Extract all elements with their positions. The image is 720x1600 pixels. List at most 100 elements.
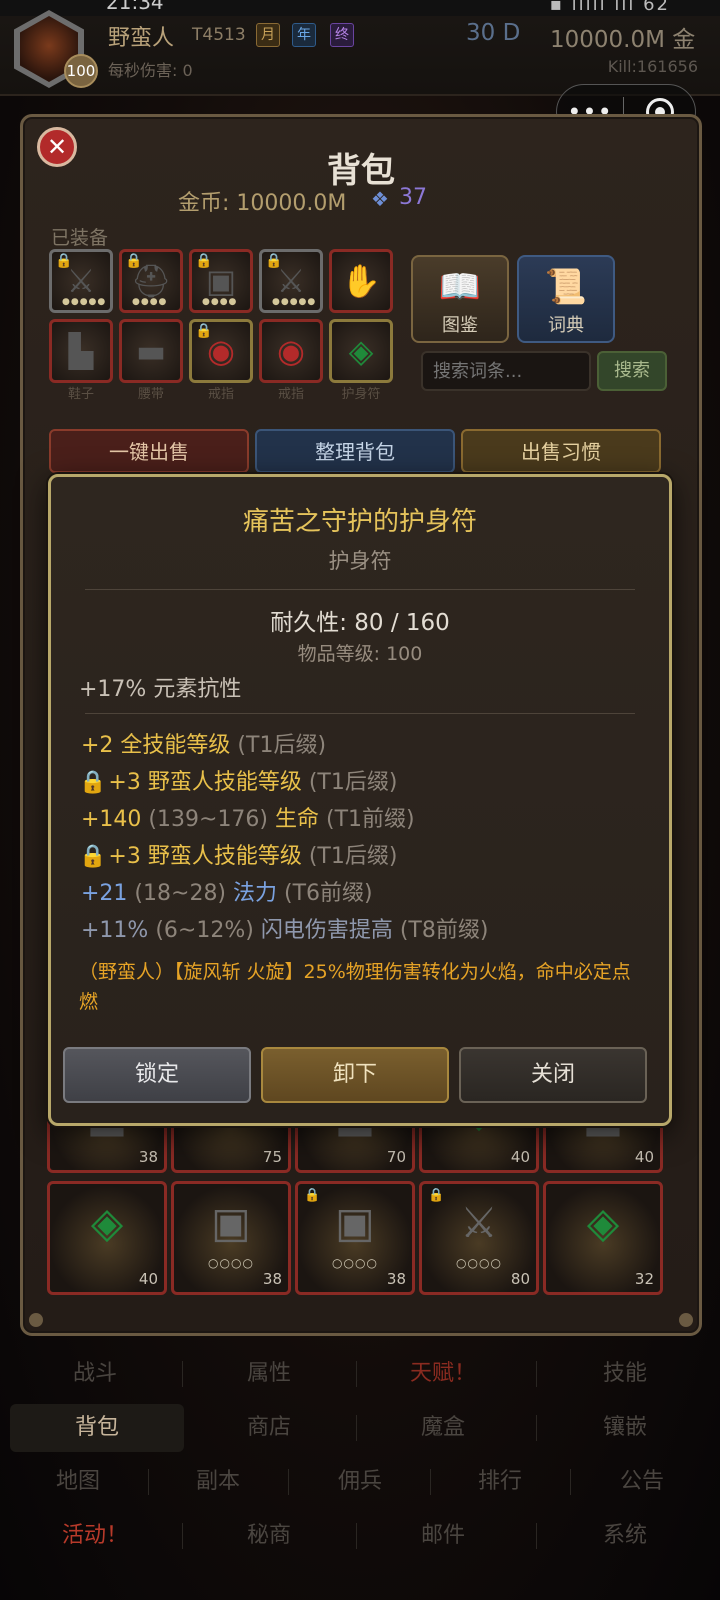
inventory-slot[interactable]: 🔒 ⚔ ○○○○ 80 [419, 1181, 539, 1295]
nav-mercenary[interactable]: 佣兵 [290, 1458, 430, 1506]
affix-line: +21 (18~28) 法力 (T6前缀) [81, 881, 373, 906]
amulet-icon: ◈ [586, 1198, 620, 1247]
affix-line: +2 全技能等级 (T1后缀) [81, 733, 327, 758]
gem-icon: ❖ [371, 187, 389, 211]
nav-ranking[interactable]: 排行 [430, 1458, 570, 1506]
nav-dungeon[interactable]: 副本 [148, 1458, 288, 1506]
equip-label-amulet: 护身符 [341, 387, 381, 402]
nav-secret-shop[interactable]: 秘商 [184, 1512, 354, 1560]
affix-line: 🔒+3 野蛮人技能等级 (T1后缀) [79, 844, 398, 869]
affix-line: 🔒+3 野蛮人技能等级 (T1后缀) [79, 770, 398, 795]
belt-icon: ▬ [135, 332, 167, 370]
gem-count: 37 [399, 185, 427, 210]
search-input[interactable] [421, 351, 591, 391]
lock-icon: 🔒 [79, 770, 107, 795]
nav-talents[interactable]: 天赋！ [358, 1350, 528, 1398]
nav-events[interactable]: 活动！ [10, 1512, 180, 1560]
nav-socket[interactable]: 镶嵌 [540, 1404, 710, 1452]
item-level: 40 [634, 1148, 654, 1166]
sell-habit-button[interactable]: 出售习惯 [461, 429, 661, 473]
equip-slot-boots[interactable]: ▙ [49, 319, 113, 383]
nav-mail[interactable]: 邮件 [358, 1512, 528, 1560]
inventory-slot[interactable]: ▣ ○○○○ 38 [171, 1181, 291, 1295]
boots-icon: ▙ [68, 332, 94, 370]
close-tooltip-button[interactable]: 关闭 [459, 1047, 647, 1103]
divider [85, 589, 635, 590]
nav-bag[interactable]: 背包 [10, 1404, 184, 1452]
codex-button[interactable]: 📖 图鉴 [411, 255, 509, 343]
nav-divider [356, 1523, 357, 1549]
item-level-line: 物品等级: 100 [297, 643, 423, 665]
socket-dots: ●●●● [132, 297, 168, 307]
dictionary-label: 词典 [548, 315, 584, 336]
inventory-slot[interactable]: 🔒 ▣ ○○○○ 38 [295, 1181, 415, 1295]
nav-divider [288, 1469, 289, 1495]
inventory-slot[interactable]: ◈ 40 [47, 1181, 167, 1295]
game-screen: { "statusbar": {"time": "21:34", "icons"… [0, 0, 720, 1600]
inventory-slot[interactable]: ◈ 32 [543, 1181, 663, 1295]
item-level: 80 [510, 1270, 530, 1288]
nav-shop[interactable]: 商店 [184, 1404, 354, 1452]
tag-final: 终 [330, 23, 354, 47]
affix-line: +11% (6~12%) 闪电伤害提高 (T8前缀) [81, 918, 489, 943]
player-name: 野蛮人 [108, 26, 175, 51]
socket-dots: ●●●●● [272, 297, 317, 307]
nav-divider [182, 1523, 183, 1549]
nav-notice[interactable]: 公告 [572, 1458, 712, 1506]
armor-icon: ▣ [335, 1198, 375, 1247]
socket-dots: ●●●●● [62, 297, 107, 307]
equip-slot-gloves[interactable]: ✋ [329, 249, 393, 313]
nav-divider [536, 1523, 537, 1549]
search-button[interactable]: 搜索 [597, 351, 667, 391]
unequip-button[interactable]: 卸下 [261, 1047, 449, 1103]
item-level: 38 [262, 1270, 282, 1288]
nav-cube[interactable]: 魔盒 [358, 1404, 528, 1452]
lock-item-button[interactable]: 锁定 [63, 1047, 251, 1103]
book-icon: 📖 [438, 267, 482, 307]
equip-slot-helm[interactable]: 🔒 ⛑ ●●●● [119, 249, 183, 313]
item-level: 38 [138, 1148, 158, 1166]
item-type: 护身符 [328, 549, 392, 573]
equip-slot-amulet[interactable]: ◈ [329, 319, 393, 383]
socket-dots: ○○○○ [332, 1256, 378, 1270]
equip-label-ring-2: 戒指 [277, 387, 304, 402]
item-name: 痛苦之守护的护身符 [242, 507, 477, 537]
sort-bag-button[interactable]: 整理背包 [255, 429, 455, 473]
panel-corner-rivet [679, 1313, 693, 1327]
item-level: 40 [138, 1270, 158, 1288]
scroll-icon: 📜 [544, 267, 588, 307]
equip-slot-armor[interactable]: 🔒 ▣ ●●●● [189, 249, 253, 313]
ring-icon: ◉ [277, 332, 305, 370]
codex-label: 图鉴 [442, 315, 478, 336]
sword-icon: ⚔ [276, 262, 306, 300]
item-level: 38 [386, 1270, 406, 1288]
item-tooltip: 痛苦之守护的护身符 护身符 耐久性: 80 / 160 物品等级: 100 +1… [48, 474, 672, 1126]
gloves-icon: ✋ [341, 262, 381, 300]
nav-battle[interactable]: 战斗 [10, 1350, 180, 1398]
equip-label-boots: 鞋子 [67, 387, 94, 402]
dictionary-button[interactable]: 📜 词典 [517, 255, 615, 343]
gold-total: 10000.0M 金 [550, 27, 696, 53]
item-level: 70 [386, 1148, 406, 1166]
nav-divider [182, 1361, 183, 1387]
equip-slot-offhand[interactable]: 🔒 ⚔ ●●●●● [259, 249, 323, 313]
days-counter: 30 D [466, 20, 521, 46]
panel-corner-rivet [29, 1313, 43, 1327]
nav-map[interactable]: 地图 [8, 1458, 148, 1506]
nav-divider [148, 1469, 149, 1495]
nav-skills[interactable]: 技能 [540, 1350, 710, 1398]
equip-slot-ring-1[interactable]: 🔒 ◉ [189, 319, 253, 383]
sell-all-button[interactable]: 一键出售 [49, 429, 249, 473]
equip-slot-ring-2[interactable]: ◉ [259, 319, 323, 383]
nav-attributes[interactable]: 属性 [184, 1350, 354, 1398]
lock-icon: 🔒 [79, 844, 107, 869]
equip-slot-belt[interactable]: ▬ [119, 319, 183, 383]
equip-slot-weapon[interactable]: 🔒 ⚔ ●●●●● [49, 249, 113, 313]
bag-gold: 金币: 10000.0M [178, 191, 347, 216]
armor-icon: ▣ [211, 1198, 251, 1247]
nav-system[interactable]: 系统 [540, 1512, 710, 1560]
item-level: 75 [262, 1148, 282, 1166]
top-bar: 21:34 ⌒ ▪ ıllıl ıll 62 100 野蛮人 T4513 月 年… [0, 0, 720, 96]
nav-divider [430, 1469, 431, 1495]
amulet-icon: ◈ [348, 332, 374, 370]
